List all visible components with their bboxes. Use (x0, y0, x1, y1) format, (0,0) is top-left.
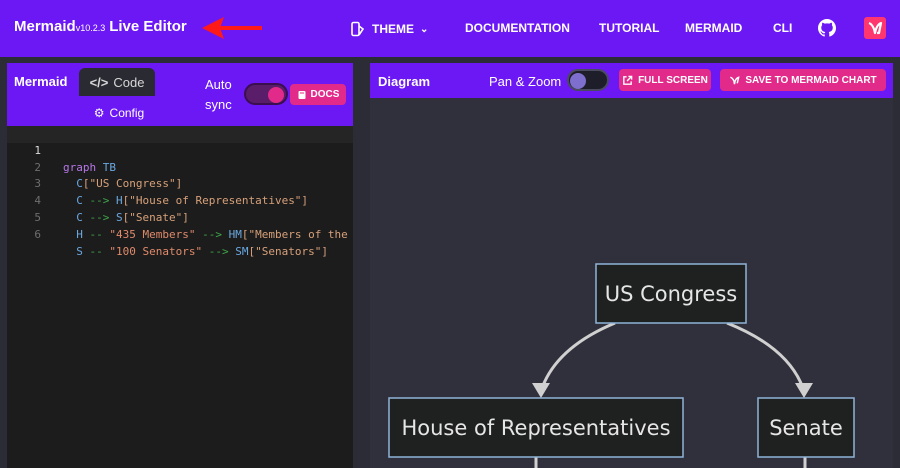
arrowhead-icon (795, 383, 813, 398)
code-line[interactable]: 1 graph TB (7, 126, 353, 174)
code-line[interactable]: 6 S -- "100 Senators" --> SM["Senators"] (7, 210, 353, 258)
pan-zoom-label: Pan & Zoom (489, 74, 562, 89)
node-label: House of Representatives (401, 416, 670, 440)
external-link-icon (623, 75, 633, 85)
tab-config-label: Config (109, 105, 145, 120)
nav-tutorial[interactable]: TUTORIAL (599, 21, 659, 35)
node-label: Senate (769, 416, 843, 440)
arrowhead-icon (532, 383, 550, 398)
top-navigation-bar: Mermaidv10.2.3 Live Editor THEME ⌄ DOCUME… (0, 0, 900, 57)
brand-suffix: Live Editor (109, 18, 187, 35)
tab-config[interactable]: ⚙ Config (79, 99, 159, 126)
nav-documentation[interactable]: DOCUMENTATION (465, 21, 570, 35)
editor-title: Mermaid (14, 74, 68, 89)
diagram-canvas[interactable]: US Congress House of Representatives Sen… (370, 98, 893, 468)
diagram-header: Diagram Pan & Zoom FULL SCREEN SAVE TO M… (370, 63, 893, 98)
code-line[interactable]: 5 H -- "435 Members" --> HM["Members of … (7, 193, 353, 241)
editor-header: Mermaid </> Code ⚙ Config Auto sync DOCS (7, 63, 353, 126)
tab-code[interactable]: </> Code (79, 68, 155, 96)
code-text: S -- "100 Senators" --> SM["Senators"] (76, 244, 328, 258)
diagram-title: Diagram (378, 74, 431, 89)
toggle-knob (570, 73, 586, 89)
theme-menu[interactable]: THEME ⌄ (350, 21, 428, 37)
code-editor[interactable]: 1 graph TB 2 C["US Congress"] 3 C --> H[… (7, 126, 353, 258)
nav-mermaid[interactable]: MERMAID (685, 21, 742, 35)
book-icon (298, 90, 306, 99)
brand-name: Mermaid (14, 18, 76, 35)
auto-sync-label-line2: sync (205, 97, 232, 112)
edge-congress-senate (726, 321, 806, 392)
theme-label: THEME (372, 22, 414, 36)
toggle-knob (268, 87, 284, 103)
code-line[interactable]: 3 C --> H["House of Representatives"] (7, 160, 353, 207)
theme-icon (351, 21, 365, 37)
red-annotation-arrow (202, 17, 262, 39)
save-to-mermaid-chart-button[interactable]: SAVE TO MERMAID CHART (720, 69, 886, 91)
line-number: 6 (34, 227, 41, 241)
code-line[interactable]: 4 C --> S["Senate"] (7, 176, 353, 224)
diagram-panel: Diagram Pan & Zoom FULL SCREEN SAVE TO M… (370, 63, 893, 468)
auto-sync-toggle[interactable] (244, 83, 288, 105)
pan-zoom-toggle[interactable] (567, 69, 609, 91)
edge-congress-house (539, 321, 616, 392)
node-us-congress[interactable]: US Congress (595, 263, 747, 324)
auto-sync-label-line1: Auto (205, 77, 232, 92)
tab-code-label: Code (113, 74, 145, 90)
editor-panel: Mermaid </> Code ⚙ Config Auto sync DOCS… (7, 63, 353, 468)
mermaid-glyph-icon (868, 21, 883, 35)
brand-version: v10.2.3 (75, 23, 106, 33)
app-brand[interactable]: Mermaidv10.2.3 Live Editor (14, 18, 187, 36)
node-senate[interactable]: Senate (757, 397, 855, 458)
node-house-of-representatives[interactable]: House of Representatives (388, 397, 684, 458)
auto-sync-label: Auto sync (205, 75, 232, 115)
node-label: US Congress (605, 282, 738, 306)
mermaid-logo-icon (730, 75, 740, 84)
save-label: SAVE TO MERMAID CHART (745, 74, 877, 86)
github-icon[interactable] (818, 19, 836, 37)
docs-button[interactable]: DOCS (290, 84, 346, 105)
full-screen-button[interactable]: FULL SCREEN (619, 69, 711, 91)
code-icon: </> (89, 74, 109, 90)
code-line[interactable]: 2 C["US Congress"] (7, 143, 353, 191)
nav-cli[interactable]: CLI (773, 21, 792, 35)
full-screen-label: FULL SCREEN (638, 74, 708, 86)
mermaid-chart-logo-icon[interactable] (864, 17, 886, 39)
gears-icon: ⚙ (93, 105, 105, 120)
chevron-down-icon: ⌄ (420, 23, 429, 35)
docs-label: DOCS (310, 89, 340, 100)
code-text: H -- "435 Members" --> HM["Members of th… (76, 227, 348, 241)
